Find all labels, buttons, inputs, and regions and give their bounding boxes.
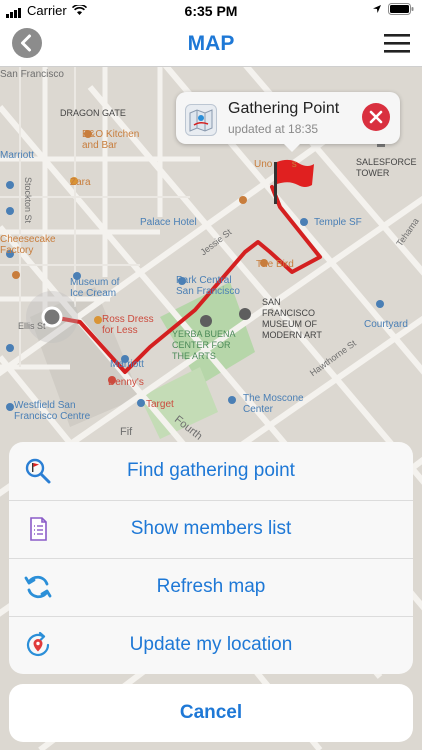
callout-subtitle: updated at 18:35 bbox=[228, 122, 319, 136]
show-members-list-button[interactable]: Show members list bbox=[9, 500, 413, 559]
battery-icon bbox=[388, 3, 414, 15]
map-label: Denny's bbox=[108, 377, 144, 388]
map-label: Uno s bbox=[254, 159, 297, 170]
action-sheet: Find gathering point Show members list R… bbox=[9, 442, 413, 674]
map-label: DRAGON GATE bbox=[60, 108, 126, 118]
map-label: Cheesecake Factory bbox=[0, 234, 56, 256]
map-label: SAN FRANCISCO MUSEUM OF MODERN ART bbox=[262, 297, 322, 340]
page-title: MAP bbox=[187, 32, 235, 55]
map-label: Temple SF bbox=[314, 217, 362, 228]
map-label: Target bbox=[146, 399, 174, 410]
map-label: Marriott bbox=[110, 359, 144, 370]
map-label: Ellis St bbox=[18, 321, 46, 331]
action-label: Show members list bbox=[130, 518, 292, 539]
gathering-point-callout[interactable]: Gathering Point updated at 18:35 bbox=[176, 92, 400, 152]
map-label: SALESFORCE TOWER bbox=[356, 157, 417, 178]
map-label: Westfield San Francisco Centre bbox=[14, 400, 91, 422]
cancel-button[interactable]: Cancel bbox=[9, 684, 413, 742]
map-label: Ross Dress for Less bbox=[102, 314, 154, 336]
map-thumbnail-icon bbox=[185, 104, 217, 136]
map-label: The Moscone Center bbox=[243, 393, 304, 415]
map-label: The Bird bbox=[256, 259, 294, 270]
map-label: Museum of Ice Cream bbox=[70, 277, 120, 299]
refresh-map-button[interactable]: Refresh map bbox=[9, 558, 413, 617]
map-label: Courtyard bbox=[364, 319, 408, 330]
update-my-location-button[interactable]: Update my location bbox=[9, 616, 413, 674]
map-label: San Francisco bbox=[0, 69, 64, 80]
action-label: Find gathering point bbox=[127, 460, 295, 481]
map-label: Stockton St bbox=[23, 177, 33, 224]
status-bar: Carrier 6:35 PM bbox=[0, 0, 422, 22]
map-label: YERBA BUENA CENTER FOR THE ARTS bbox=[172, 329, 236, 361]
location-arrow-icon bbox=[373, 5, 381, 13]
hamburger-icon bbox=[384, 34, 410, 53]
map-label: Palace Hotel bbox=[140, 217, 197, 228]
map-label: Marriott bbox=[0, 150, 34, 161]
menu-button[interactable] bbox=[384, 32, 410, 54]
map-label: Park Central San Francisco bbox=[176, 275, 240, 297]
close-callout-button[interactable] bbox=[362, 103, 390, 131]
find-gathering-point-button[interactable]: Find gathering point bbox=[9, 442, 413, 501]
action-label: Update my location bbox=[129, 634, 293, 655]
close-icon bbox=[369, 110, 383, 124]
cancel-label: Cancel bbox=[179, 702, 243, 723]
map-label: Fif bbox=[120, 426, 133, 438]
map-label: E&O Kitchen and Bar bbox=[82, 129, 140, 151]
callout-title: Gathering Point bbox=[228, 100, 340, 117]
map-label: Zara bbox=[70, 177, 91, 188]
status-time: 6:35 PM bbox=[184, 3, 238, 19]
navigation-bar: MAP bbox=[0, 22, 422, 67]
action-label: Refresh map bbox=[156, 576, 266, 597]
